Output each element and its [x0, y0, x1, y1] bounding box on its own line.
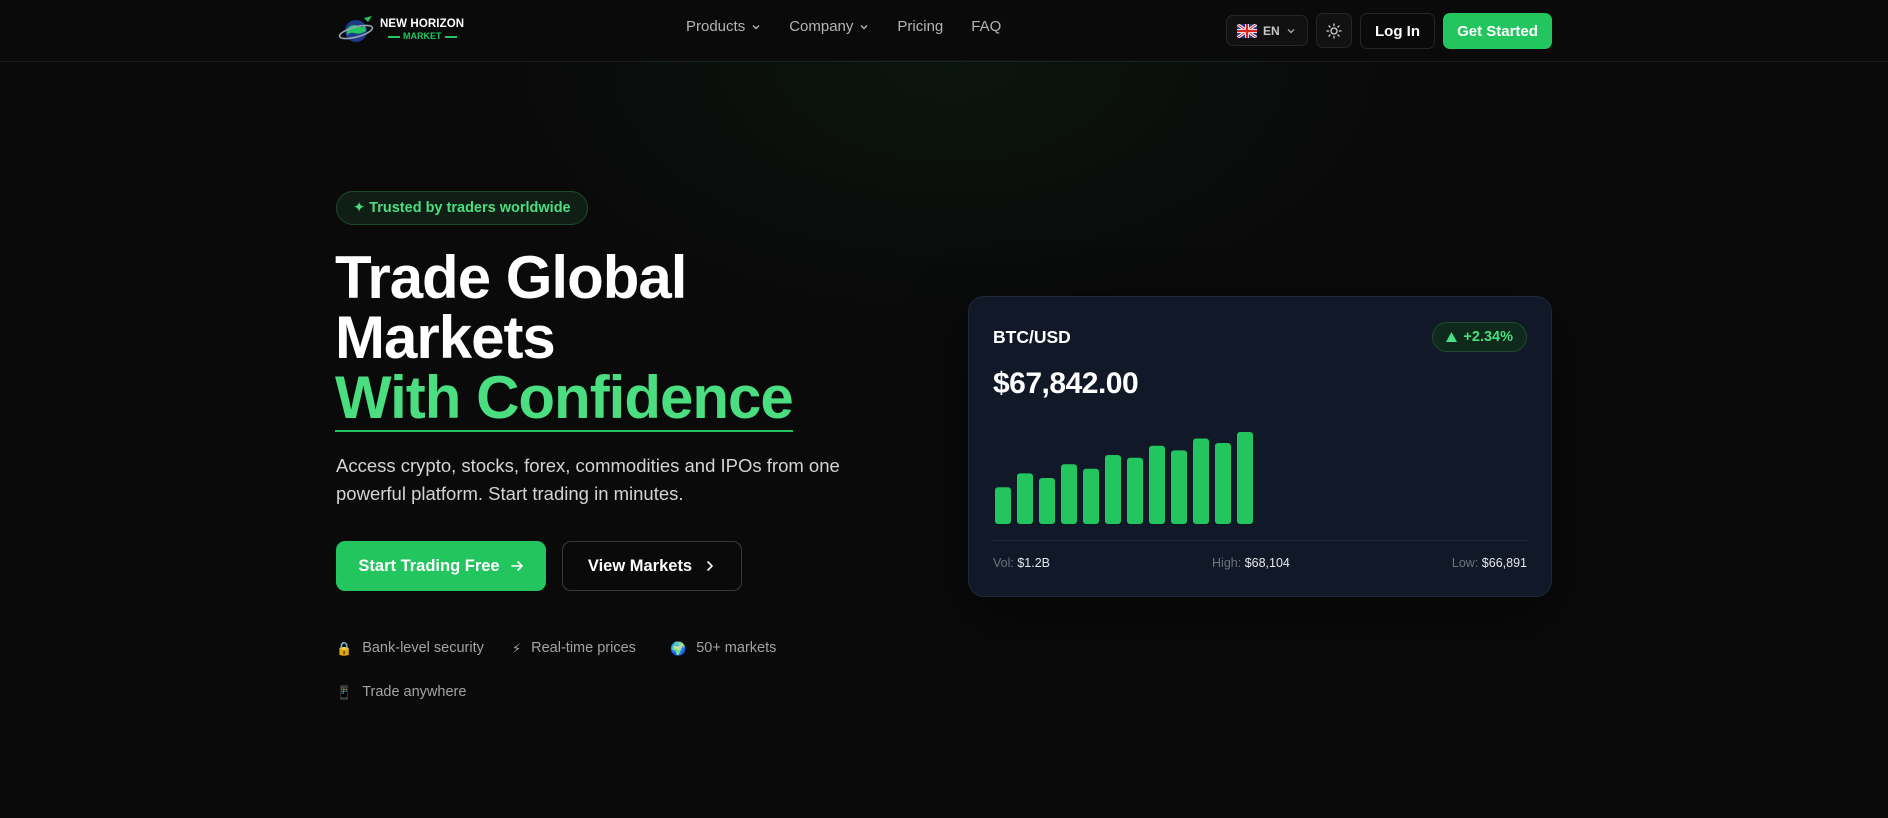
nav-faq[interactable]: FAQ: [971, 18, 1001, 35]
language-code: EN: [1263, 23, 1280, 38]
price-bar: [1017, 473, 1033, 524]
language-selector[interactable]: EN: [1226, 15, 1308, 46]
chevron-down-icon: [1287, 28, 1295, 33]
price-bar: [1237, 432, 1253, 524]
arrow-right-icon: [510, 561, 523, 571]
ticker-stats: Vol: $1.2B High: $68,104 Low: $66,891: [993, 556, 1527, 570]
high-value: $68,104: [1244, 556, 1290, 570]
ticker-card: BTC/USD +2.34% $67,842.00 Vol: $1.2B Hig…: [968, 296, 1552, 597]
ticker-price: $67,842.00: [993, 367, 1139, 400]
card-divider: [993, 540, 1527, 541]
lightning-icon: ⚡: [512, 640, 522, 656]
hero-title-highlight: With Confidence: [335, 364, 794, 432]
nav-pricing-label: Pricing: [897, 18, 944, 35]
feature-security: 🔒 Bank-level security: [336, 640, 484, 656]
get-started-button[interactable]: Get Started: [1443, 13, 1552, 49]
volume-label: Vol:: [993, 556, 1014, 570]
volume-stat: Vol: $1.2B: [993, 556, 1050, 570]
chevron-right-icon: [707, 561, 713, 571]
main-nav: Products Company Pricing FAQ: [686, 18, 1001, 35]
chevron-down-icon: [860, 24, 868, 29]
nav-faq-label: FAQ: [971, 18, 1002, 35]
feature-markets-label: 50+ markets: [696, 640, 777, 656]
feature-mobile: 📱 Trade anywhere: [336, 684, 466, 700]
page: NEW HORIZON MARKET Products Company Pric…: [0, 0, 1888, 818]
feature-realtime-label: Real-time prices: [531, 640, 636, 656]
chevron-down-icon: [752, 24, 760, 29]
feature-security-label: Bank-level security: [362, 640, 484, 656]
triangle-up-icon: [1446, 332, 1458, 342]
hero-subtitle: Access crypto, stocks, forex, commoditie…: [336, 455, 840, 504]
price-change-badge: +2.34%: [1432, 322, 1527, 352]
hero-title: Trade Global Markets With Confidence: [335, 248, 895, 432]
feature-realtime: ⚡ Real-time prices: [512, 640, 636, 656]
nav-company-label: Company: [789, 18, 854, 35]
price-bar: [1215, 443, 1231, 524]
price-bar: [1039, 478, 1055, 524]
globe-icon: 🌍: [670, 640, 687, 656]
trust-badge: ✦ Trusted by traders worldwide: [336, 191, 588, 225]
lock-icon: 🔒: [336, 640, 353, 656]
view-markets-button[interactable]: View Markets: [562, 541, 742, 591]
start-trading-label: Start Trading Free: [358, 556, 500, 575]
brand-logo[interactable]: NEW HORIZON MARKET: [338, 13, 468, 47]
logo-text-secondary: MARKET: [380, 32, 464, 41]
feature-markets: 🌍 50+ markets: [670, 640, 776, 656]
price-bar: [1149, 445, 1165, 524]
price-bar: [1061, 464, 1077, 524]
uk-flag-icon: [1237, 23, 1257, 38]
nav-pricing[interactable]: Pricing: [897, 18, 943, 35]
price-bar: [995, 487, 1011, 524]
hero-title-line2: Markets: [335, 304, 556, 371]
price-bar: [1083, 468, 1099, 524]
nav-products-label: Products: [686, 18, 746, 35]
volume-value: $1.2B: [1017, 556, 1051, 570]
globe-logo-icon: [338, 16, 374, 42]
high-label: High:: [1212, 556, 1242, 570]
theme-toggle-button[interactable]: [1316, 13, 1352, 48]
start-trading-button[interactable]: Start Trading Free: [336, 541, 546, 591]
nav-products[interactable]: Products: [686, 18, 761, 35]
low-label: Low:: [1451, 556, 1479, 570]
top-navbar: NEW HORIZON MARKET Products Company Pric…: [0, 0, 1888, 62]
price-change-value: +2.34%: [1463, 329, 1513, 345]
feature-mobile-label: Trade anywhere: [362, 684, 467, 700]
high-stat: High: $68,104: [1212, 556, 1290, 570]
price-bar: [1105, 455, 1121, 524]
nav-company[interactable]: Company: [789, 18, 869, 35]
low-stat: Low: $66,891: [1452, 556, 1527, 570]
low-value: $66,891: [1481, 556, 1527, 570]
mobile-phone-icon: 📱: [336, 684, 353, 700]
view-markets-label: View Markets: [587, 556, 693, 575]
login-button[interactable]: Log In: [1360, 13, 1435, 49]
logo-text-primary: NEW HORIZON: [380, 17, 465, 30]
sun-icon: [1326, 22, 1342, 39]
ticker-pair: BTC/USD: [993, 327, 1071, 347]
price-bar: [1171, 450, 1187, 524]
price-bar: [1127, 457, 1143, 524]
price-bar: [1193, 438, 1209, 524]
hero-title-line1: Trade Global: [335, 244, 687, 311]
